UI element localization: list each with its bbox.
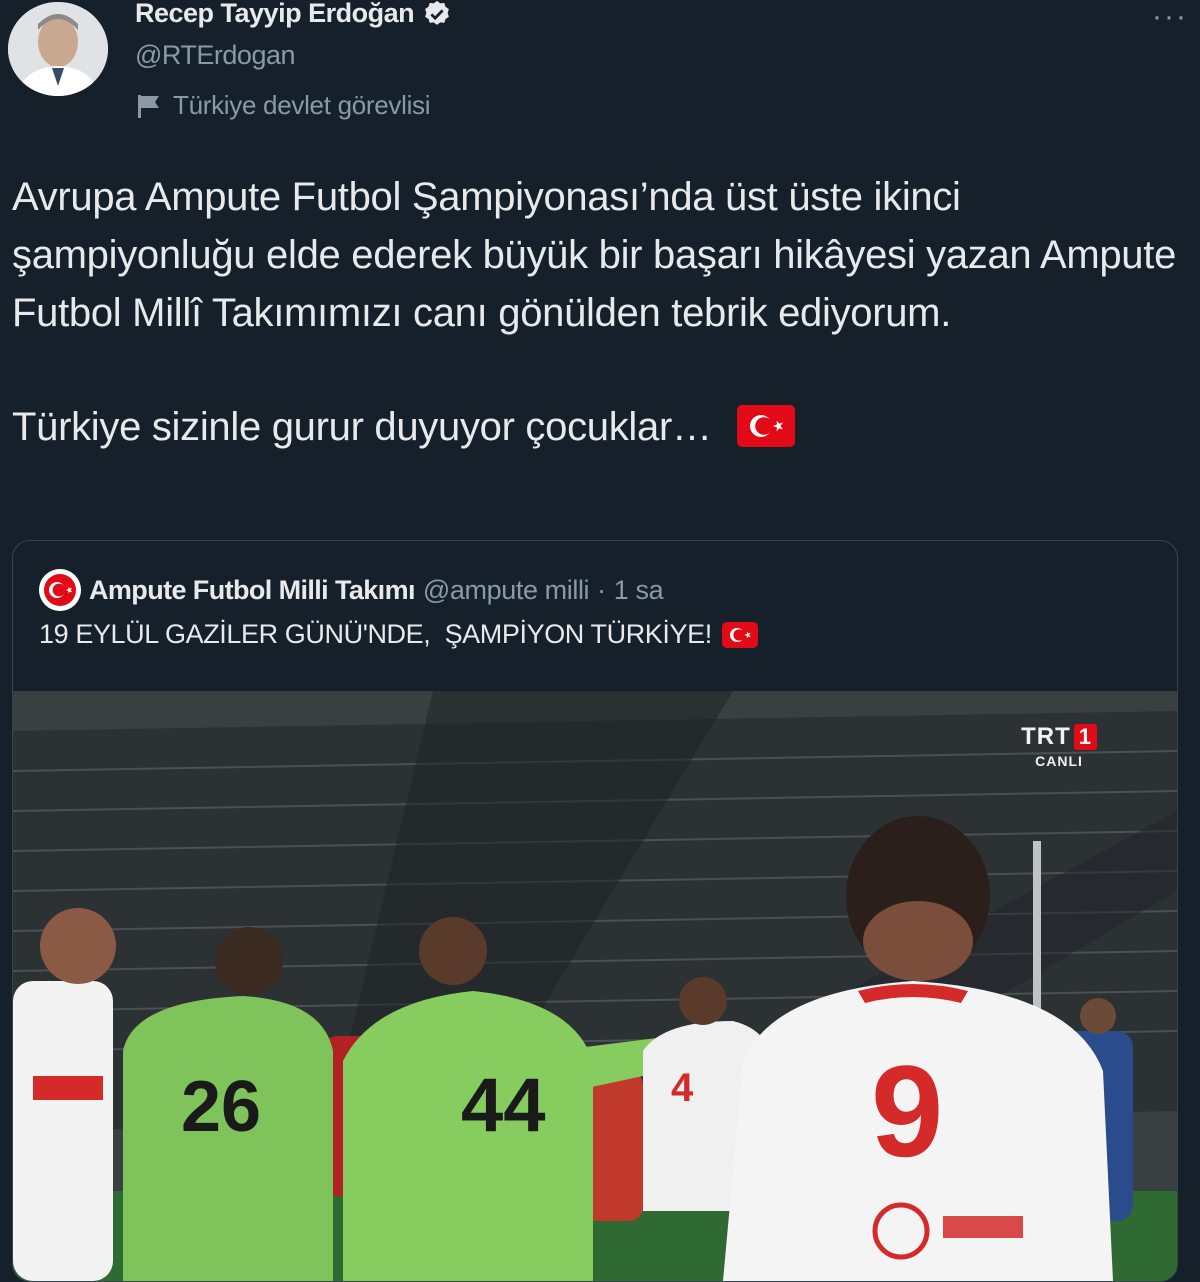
flag-icon [138, 94, 159, 118]
tweet-paragraph-2: Türkiye sizinle gurur duyuyor çocuklar… [12, 398, 1192, 456]
quoted-tweet[interactable]: Ampute Futbol Milli Takımı @ampute milli… [12, 540, 1178, 1282]
jersey-number-9: 9 [871, 1038, 943, 1184]
trt-logo-text: TRT [1021, 723, 1071, 750]
turkey-flag-icon [736, 405, 795, 448]
author-handle[interactable]: @RTErdogan [135, 40, 296, 71]
verified-badge-icon [425, 0, 449, 25]
stadium-scene-image: 26 44 4 9 [13, 691, 1177, 1281]
video-player[interactable]: 26 44 4 9 TRT 1 CANLI [13, 691, 1177, 1281]
author-avatar[interactable] [8, 2, 108, 96]
broadcaster-watermark: TRT 1 CANLI [1021, 723, 1097, 769]
meta-separator: · [597, 574, 606, 605]
quoted-author-handle[interactable]: @ampute milli [423, 575, 590, 606]
author-name-row[interactable]: Recep Tayyip Erdoğan [135, 0, 452, 29]
tweet-paragraph-2-text: Türkiye sizinle gurur duyuyor çocuklar… [12, 405, 712, 449]
government-label-text: Türkiye devlet görevlisi [173, 90, 431, 120]
quoted-author-name[interactable]: Ampute Futbol Milli Takımı [89, 575, 416, 606]
trt-channel-number: 1 [1073, 724, 1097, 750]
more-options-button[interactable]: ··· [1152, 0, 1188, 34]
quoted-tweet-header: Ampute Futbol Milli Takımı @ampute milli… [39, 569, 664, 611]
quoted-timestamp[interactable]: 1 sa [614, 575, 664, 606]
author-name[interactable]: Recep Tayyip Erdoğan [135, 0, 415, 29]
jersey-number-4: 4 [671, 1066, 694, 1110]
quoted-tweet-text-content: 19 EYLÜL GAZİLER GÜNÜ'NDE, ŞAMPİYON TÜRK… [39, 619, 712, 649]
quoted-tweet-text: 19 EYLÜL GAZİLER GÜNÜ'NDE, ŞAMPİYON TÜRK… [39, 619, 758, 650]
jersey-number-26: 26 [181, 1067, 261, 1147]
turkey-flag-small-icon [721, 621, 758, 648]
live-label: CANLI [1035, 753, 1083, 769]
trt-logo: TRT 1 [1021, 723, 1097, 751]
quoted-avatar[interactable] [39, 569, 81, 611]
jersey-number-44: 44 [461, 1063, 546, 1148]
tweet-paragraph-1: Avrupa Ampute Futbol Şampiyonası’nda üst… [12, 175, 1177, 335]
tweet-text: Avrupa Ampute Futbol Şampiyonası’nda üst… [12, 168, 1192, 456]
government-label: Türkiye devlet görevlisi [135, 90, 431, 121]
